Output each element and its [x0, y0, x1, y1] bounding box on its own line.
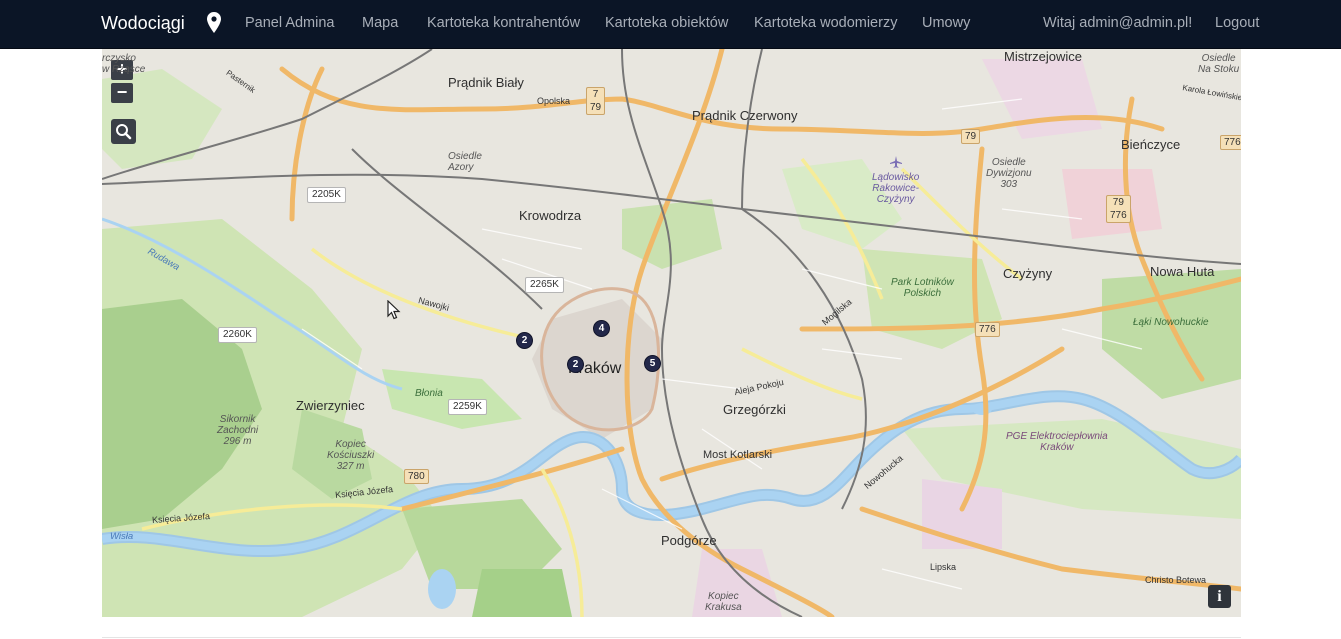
nav-panel-admina[interactable]: Panel Admina	[245, 15, 334, 31]
road-shield-2259k: 2259K	[448, 399, 487, 415]
airplane-icon	[890, 156, 902, 168]
label-nowa-huta: Nowa Huta	[1150, 264, 1215, 279]
nav-kartoteka-kontrahentow[interactable]: Kartoteka kontrahentów	[427, 15, 580, 31]
label-ladowisko: Lądowisko Rakowice- Czyżyny	[872, 172, 920, 205]
label-laki-nowohuckie: Łąki Nowohuckie	[1133, 317, 1209, 328]
label-mistrzejowice: Mistrzejowice	[1004, 49, 1083, 64]
map-view[interactable]: + − i Prądnik Biały Prądnik Czerwony Mis…	[102, 49, 1241, 617]
label-kopiec-krakusa: Kopiec Krakusa	[705, 591, 742, 613]
label-krowodrza: Krowodrza	[519, 208, 582, 223]
mouse-cursor-icon	[387, 300, 401, 320]
map-pin-icon[interactable]	[206, 11, 222, 35]
road-shield-79: 79	[961, 129, 981, 144]
top-navbar: Wodociągi Panel Admina Mapa Kartoteka ko…	[0, 0, 1341, 49]
nav-umowy[interactable]: Umowy	[922, 15, 970, 31]
road-shield-79-776: 79 776	[1106, 195, 1131, 223]
street-opolska: Opolska	[537, 96, 571, 106]
road-shield-2265k: 2265K	[525, 277, 564, 293]
road-shield-776: 776	[975, 322, 1000, 337]
label-czyzyny: Czyżyny	[1003, 266, 1053, 281]
label-most-kotlarski: Most Kotlarski	[703, 449, 773, 461]
label-rzaska: rczysko w Rząsce	[102, 53, 146, 75]
map-tiles	[102, 49, 1241, 617]
label-pge: PGE Elektrociepłownia Kraków	[1006, 431, 1108, 453]
road-shield-7-79: 7 79	[586, 87, 606, 115]
label-podgorze: Podgórze	[661, 533, 717, 548]
nav-kartoteka-obiektow[interactable]: Kartoteka obiektów	[605, 15, 728, 31]
map-marker-cluster[interactable]: 2	[516, 332, 533, 349]
label-pradnik-czerwony: Prądnik Czerwony	[692, 108, 798, 123]
road-shield-776-east: 776	[1220, 135, 1241, 150]
label-osiedle-na-stoku: Osiedle Na Stoku	[1198, 53, 1240, 75]
map-info-button[interactable]: i	[1208, 585, 1231, 608]
road-shield-2260k: 2260K	[218, 327, 257, 343]
label-pradnik-bialy: Prądnik Biały	[448, 75, 524, 90]
label-grzegorzki: Grzegórzki	[723, 402, 786, 417]
label-zwierzyniec: Zwierzyniec	[296, 398, 365, 413]
user-greeting[interactable]: Witaj admin@admin.pl!	[1043, 15, 1192, 31]
label-blonia: Błonia	[415, 388, 443, 399]
label-park-lotnikow: Park Lotników Polskich	[891, 277, 954, 299]
road-shield-2205k: 2205K	[307, 187, 346, 203]
map-marker-cluster[interactable]: 5	[644, 355, 661, 372]
nav-mapa[interactable]: Mapa	[362, 15, 398, 31]
label-kopiec-kosciuszki: Kopiec Kościuszki 327 m	[327, 439, 375, 472]
zoom-out-button[interactable]: −	[111, 83, 133, 103]
river-wisla: Wisła	[110, 531, 134, 542]
road-shield-780: 780	[404, 469, 429, 484]
label-bienczyce: Bieńczyce	[1121, 137, 1181, 152]
search-icon	[116, 124, 132, 140]
label-sikornik: Sikornik Zachodni 296 m	[217, 414, 259, 447]
nav-kartoteka-wodomierzy[interactable]: Kartoteka wodomierzy	[754, 15, 897, 31]
street-lipska: Lipska	[930, 562, 957, 572]
logout-link[interactable]: Logout	[1215, 15, 1259, 31]
brand-link[interactable]: Wodociągi	[101, 13, 185, 34]
map-marker-cluster[interactable]: 2	[567, 356, 584, 373]
street-christo-botewa: Christo Botewa	[1145, 575, 1207, 585]
label-osiedle-azory: Osiedle Azory	[448, 151, 482, 173]
footer-divider	[102, 637, 1241, 638]
label-osiedle-dywizjonu: Osiedle Dywizjonu 303	[986, 157, 1032, 190]
map-marker-cluster[interactable]: 4	[593, 320, 610, 337]
map-search-button[interactable]	[111, 119, 136, 144]
